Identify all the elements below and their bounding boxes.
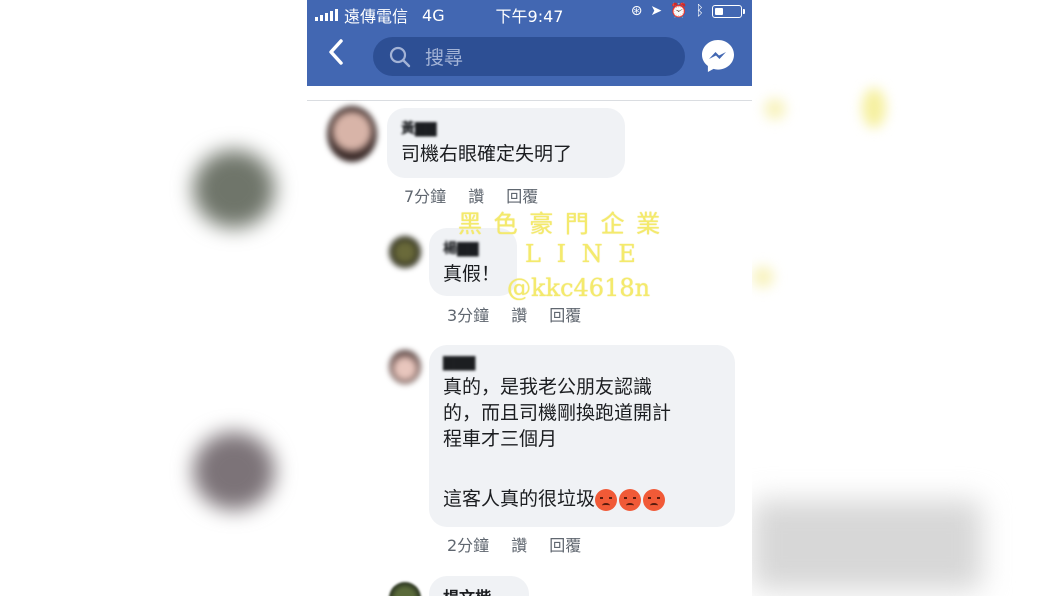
comment-text-2: 這客人真的很垃圾 xyxy=(443,488,596,510)
watermark-line-2: L I N E xyxy=(525,240,640,268)
angry-face-icon xyxy=(619,488,642,511)
comment-text: 真假！ xyxy=(443,263,501,285)
comment-bubble: ▇▇▇ 真的，是我老公朋友認識 的，而且司機剛換跑道開計 程車才三個月 這客人真… xyxy=(429,345,735,527)
search-placeholder: 搜尋 xyxy=(425,47,464,69)
phone-screen: 遠傳電信 4G 下午9:47 ⊛ ➤ ⏰ ᛒ 搜尋 黃▇▇ 司機右眼確定失明了 … xyxy=(307,0,752,596)
search-icon xyxy=(389,46,411,67)
blurred-text xyxy=(752,500,982,590)
chevron-left-icon[interactable] xyxy=(327,38,345,75)
comment-time: 7分鐘 xyxy=(404,187,447,206)
avatar[interactable] xyxy=(389,582,421,596)
battery-icon xyxy=(712,4,745,18)
blurred-thumbnail xyxy=(193,150,275,228)
divider xyxy=(307,86,752,101)
comment-text: 司機右眼確定失明了 xyxy=(401,143,573,165)
bluetooth-icon: ᛒ xyxy=(695,3,704,19)
comment-author[interactable]: 楊▇▇ xyxy=(443,238,503,258)
comment-actions: 3分鐘 讚 回覆 xyxy=(447,302,581,326)
angry-face-icon xyxy=(643,488,666,511)
comment-actions: 2分鐘 讚 回覆 xyxy=(447,532,581,556)
comment-author[interactable]: ▇▇▇ xyxy=(443,355,721,371)
blurred-dot xyxy=(764,98,786,120)
comment-bubble: 黃▇▇ 司機右眼確定失明了 xyxy=(387,108,625,178)
like-button[interactable]: 讚 xyxy=(511,302,527,326)
watermark-line-3: @kkc4618n xyxy=(507,274,651,302)
alarm-icon: ⏰ xyxy=(670,3,688,19)
angry-emoji-group xyxy=(595,488,666,511)
comment-text: 真的，是我老公朋友認識 的，而且司機剛換跑道開計 程車才三個月 xyxy=(443,376,672,450)
like-button[interactable]: 讚 xyxy=(511,532,527,556)
comment-time: 2分鐘 xyxy=(447,536,490,555)
messenger-icon[interactable] xyxy=(700,38,736,74)
comment-bubble: 楊文楷 xyxy=(429,576,529,596)
comment-time: 3分鐘 xyxy=(447,306,490,325)
blurred-thumbnail xyxy=(193,432,275,510)
blurred-dot xyxy=(862,88,886,128)
reply-button[interactable]: 回覆 xyxy=(549,302,581,326)
avatar[interactable] xyxy=(389,350,421,384)
comment-author[interactable]: 楊文楷 xyxy=(443,584,515,596)
status-bar: 遠傳電信 4G 下午9:47 ⊛ ➤ ⏰ ᛒ xyxy=(307,0,752,26)
blurred-dot xyxy=(752,266,774,288)
comment-text-line: 這客人真的很垃圾 xyxy=(443,486,721,512)
angry-face-icon xyxy=(595,488,618,511)
comment-author[interactable]: 黃▇▇ xyxy=(401,118,611,138)
nav-bar: 搜尋 xyxy=(307,26,752,86)
watermark-line-1: 黑 色 豪 門 企 業 xyxy=(458,210,663,238)
reply-button[interactable]: 回覆 xyxy=(549,532,581,556)
location-icon: ➤ xyxy=(650,3,663,19)
search-input[interactable]: 搜尋 xyxy=(373,37,685,76)
avatar[interactable] xyxy=(327,106,377,162)
rotation-lock-icon: ⊛ xyxy=(630,3,643,19)
avatar[interactable] xyxy=(389,236,421,268)
